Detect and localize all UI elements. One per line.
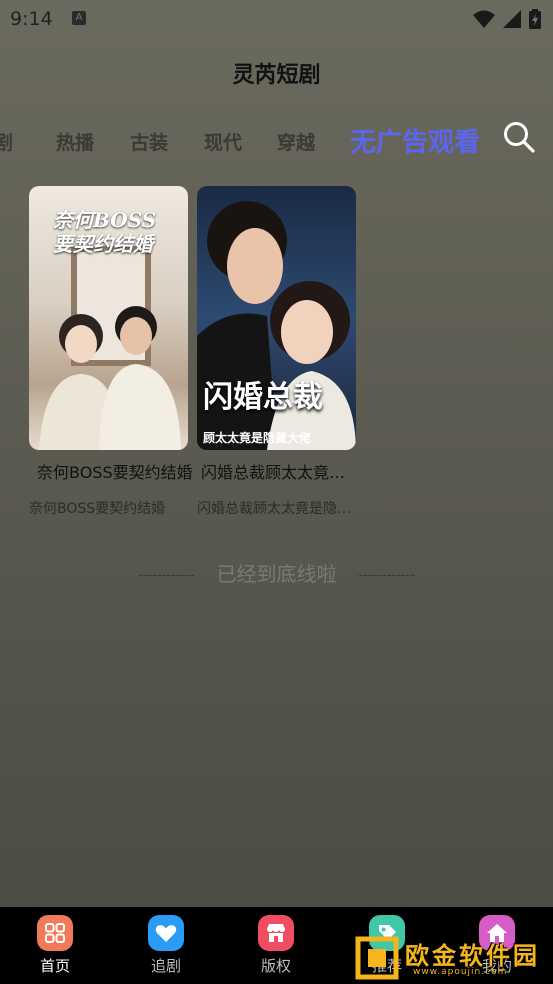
nav-copyright[interactable]: 版权 (241, 915, 311, 976)
search-icon[interactable] (502, 120, 536, 154)
tab-hot[interactable]: 热播 (56, 128, 94, 155)
signal-icon (503, 10, 521, 28)
drama-poster[interactable]: 奈何BOSS要契约结婚 (29, 186, 188, 450)
home-grid-icon (37, 915, 73, 951)
status-icons (473, 9, 541, 29)
category-tabs: 剧 热播 古装 现代 穿越 无广告观看 (0, 118, 553, 162)
tab-partial[interactable]: 剧 (0, 128, 13, 155)
poster-title-text: 闪婚总裁 (203, 380, 323, 415)
nav-label: 追剧 (150, 957, 181, 975)
nav-label: 版权 (260, 957, 291, 975)
wifi-icon (473, 10, 495, 28)
watermark-url: www.apoujin.com (413, 967, 508, 977)
nav-label: 首页 (39, 957, 70, 975)
divider-right: ------------ (358, 568, 415, 583)
drama-title[interactable]: 奈何BOSS要契约结婚 (37, 459, 197, 483)
heart-icon (148, 915, 184, 951)
drama-card[interactable]: 奈何BOSS要契约结婚 奈何BOSS要契约结婚 奈何BOSS要契约结婚 (29, 186, 193, 517)
watermark: 欧金软件园 www.apoujin.com (355, 934, 551, 982)
watermark-text: 欧金软件园 (405, 942, 540, 970)
battery-icon (529, 9, 541, 29)
nav-home[interactable]: 首页 (20, 915, 90, 976)
shop-icon (258, 915, 294, 951)
end-of-list: ------------ 已经到底线啦 ------------ (0, 558, 553, 587)
end-of-list-text: 已经到底线啦 (216, 562, 337, 586)
notification-icon: A (72, 11, 86, 25)
divider-left: ------------ (138, 568, 195, 583)
tab-no-ads[interactable]: 无广告观看 (350, 122, 480, 159)
drama-poster[interactable]: 闪婚总裁 顾太太竟是隐藏大佬 (197, 186, 356, 450)
app-title: 灵芮短剧 (232, 63, 321, 88)
tab-costume[interactable]: 古装 (130, 128, 168, 155)
clock: 9:14 (10, 8, 53, 30)
status-bar: 9:14 A (0, 0, 553, 36)
drama-title[interactable]: 闪婚总裁顾太太竟是隐藏大佬 (201, 459, 361, 483)
tab-time-travel[interactable]: 穿越 (277, 128, 315, 155)
nav-follow[interactable]: 追剧 (131, 915, 201, 976)
poster-title-text: 奈何BOSS要契约结婚 (53, 208, 157, 256)
drama-card[interactable]: 闪婚总裁 顾太太竟是隐藏大佬 闪婚总裁顾太太竟是隐藏大佬 闪婚总裁顾太太竟是隐藏… (197, 186, 361, 517)
drama-subtitle: 闪婚总裁顾太太竟是隐藏大佬 (197, 501, 352, 517)
watermark-logo-icon (355, 936, 399, 980)
tab-modern[interactable]: 现代 (204, 128, 242, 155)
poster-subtitle-text: 顾太太竟是隐藏大佬 (203, 431, 312, 445)
drama-subtitle: 奈何BOSS要契约结婚 (29, 501, 166, 517)
